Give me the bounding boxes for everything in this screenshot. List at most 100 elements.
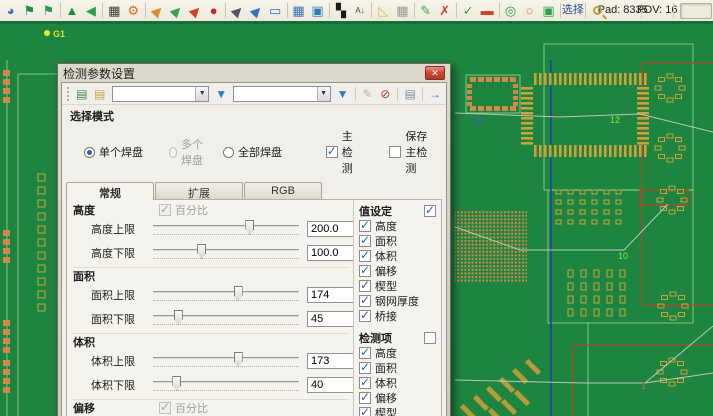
value-input-高度上限[interactable] — [307, 221, 353, 237]
square-target-icon[interactable]: ▣ — [539, 1, 558, 20]
slider-面积上限[interactable] — [153, 285, 299, 305]
checklist-item-偏移[interactable]: 偏移 — [359, 263, 438, 278]
slider-thumb[interactable] — [172, 376, 181, 391]
checklist-item-偏移[interactable]: 偏移 — [359, 390, 438, 405]
checklist-item-体积[interactable]: 体积 — [359, 248, 438, 263]
pad-table-icon[interactable]: ▦ — [289, 1, 308, 20]
pin-orange-icon[interactable]: ▶ — [147, 1, 166, 20]
checklist-item-桥接[interactable]: 桥接 — [359, 308, 438, 323]
flag-a-icon[interactable]: ⚑ — [20, 1, 39, 20]
dialog-titlebar[interactable]: 检测参数设置 ✕ — [61, 64, 447, 82]
tab-常规[interactable]: 常规 — [66, 182, 154, 200]
status-field[interactable] — [680, 3, 712, 19]
item-checkbox[interactable] — [359, 220, 371, 232]
checklist-item-高度[interactable]: 高度 — [359, 345, 438, 360]
mode-radio-3[interactable]: 全部焊盘 — [209, 144, 300, 160]
apply-template-icon[interactable]: ▼ — [212, 85, 230, 103]
tab-扩展[interactable]: 扩展 — [155, 182, 243, 199]
edit-icon[interactable]: ✎ — [416, 1, 435, 20]
select-button[interactable]: 选择 — [562, 1, 583, 20]
apply-rgb-icon[interactable]: ▼ — [334, 85, 352, 103]
item-checkbox[interactable] — [359, 377, 371, 389]
item-checkbox[interactable] — [359, 235, 371, 247]
check-icon[interactable]: ✓ — [459, 1, 478, 20]
item-checkbox[interactable] — [359, 280, 371, 292]
camera-icon[interactable]: ▣ — [308, 1, 327, 20]
horn-icon[interactable]: ◀ — [81, 1, 100, 20]
delete-icon[interactable]: ✗ — [435, 1, 454, 20]
item-label: 高度 — [375, 345, 397, 361]
map-marker-icon[interactable]: ● — [204, 1, 223, 20]
slider-thumb[interactable] — [234, 352, 243, 367]
section-master-checkbox[interactable] — [424, 332, 436, 344]
slider-体积上限[interactable] — [153, 351, 299, 371]
checklist-item-面积[interactable]: 面积 — [359, 233, 438, 248]
load-template-icon[interactable]: ▤ — [91, 85, 109, 103]
slider-thumb[interactable] — [174, 310, 183, 325]
value-input-面积上限[interactable] — [307, 287, 353, 303]
tiles-icon[interactable]: ▚ — [331, 1, 350, 20]
pin-red-icon[interactable]: ▶ — [185, 1, 204, 20]
pin-blue-icon[interactable]: ▶ — [247, 1, 266, 20]
rgb-combo-dropdown-arrow[interactable]: ▼ — [317, 87, 330, 101]
slider-thumb[interactable] — [197, 244, 206, 259]
checklist-item-楔型[interactable]: 楔型 — [359, 278, 438, 293]
checklist-item-高度[interactable]: 高度 — [359, 218, 438, 233]
template-combo[interactable]: ▼ — [112, 86, 209, 102]
item-checkbox[interactable] — [359, 407, 371, 416]
value-input-面积下限[interactable] — [307, 311, 353, 327]
checkbox-indicator[interactable] — [389, 146, 401, 158]
rect-select-icon[interactable]: ▭ — [266, 1, 285, 20]
tools-icon[interactable]: ⚙ — [124, 1, 143, 20]
block-icon[interactable]: ⊘ — [376, 85, 394, 103]
set-square-icon[interactable]: ◺ — [374, 1, 393, 20]
mode-check-1[interactable]: 主检测 — [326, 128, 360, 176]
slider-thumb[interactable] — [245, 220, 254, 235]
slider-体积下限[interactable] — [153, 375, 299, 395]
value-input-体积下限[interactable] — [307, 377, 353, 393]
mode-check-2[interactable]: 保存主检测 — [389, 128, 438, 176]
flag-b-icon[interactable]: ⚑ — [39, 1, 58, 20]
checklist-item-楔型[interactable]: 楔型 — [359, 405, 438, 416]
mode-radio-1[interactable]: 单个焊盘 — [70, 144, 155, 160]
sort-az-icon[interactable]: A↓ — [350, 1, 369, 20]
radio-indicator[interactable] — [223, 147, 234, 158]
history-icon[interactable]: ◕ — [1, 1, 20, 20]
slider-thumb[interactable] — [234, 286, 243, 301]
item-checkbox[interactable] — [359, 362, 371, 374]
save-icon[interactable]: ▤ — [401, 85, 419, 103]
value-input-高度下限[interactable] — [307, 245, 353, 261]
checklist-item-钢网厚度[interactable]: 钢网厚度 — [359, 293, 438, 308]
value-input-体积上限[interactable] — [307, 353, 353, 369]
save-template-icon[interactable]: ▤ — [73, 85, 91, 103]
pin-green-icon[interactable]: ▶ — [166, 1, 185, 20]
item-checkbox[interactable] — [359, 347, 371, 359]
checkbox-indicator[interactable] — [326, 146, 338, 158]
item-checkbox[interactable] — [359, 392, 371, 404]
minus-icon[interactable]: ▬ — [478, 1, 497, 20]
template-combo-dropdown-arrow[interactable]: ▼ — [195, 87, 208, 101]
rgb-combo[interactable]: ▼ — [233, 86, 330, 102]
checklist-item-体积[interactable]: 体积 — [359, 375, 438, 390]
checklist-item-面积[interactable]: 面积 — [359, 360, 438, 375]
exit-icon[interactable]: → — [426, 85, 444, 103]
item-checkbox[interactable] — [359, 310, 371, 322]
grid-icon[interactable]: ▦ — [393, 1, 412, 20]
close-button[interactable]: ✕ — [425, 66, 445, 80]
item-checkbox[interactable] — [359, 295, 371, 307]
tab-RGB[interactable]: RGB — [244, 182, 322, 199]
radio-indicator[interactable] — [84, 147, 95, 158]
slider-面积下限[interactable] — [153, 309, 299, 329]
target-circle-icon[interactable]: ◎ — [501, 1, 520, 20]
slider-track — [153, 249, 299, 251]
item-checkbox[interactable] — [359, 250, 371, 262]
slider-高度上限[interactable] — [153, 219, 299, 239]
prism-icon[interactable]: ▲ — [62, 1, 81, 20]
pin-dark-icon[interactable]: ▶ — [228, 1, 247, 20]
circle-icon[interactable]: ○ — [520, 1, 539, 20]
item-checkbox[interactable] — [359, 265, 371, 277]
slider-高度下限[interactable] — [153, 243, 299, 263]
image-icon[interactable]: ▦ — [105, 1, 124, 20]
edit-disabled-icon[interactable]: ✎ — [358, 85, 376, 103]
section-master-checkbox[interactable] — [424, 205, 436, 217]
